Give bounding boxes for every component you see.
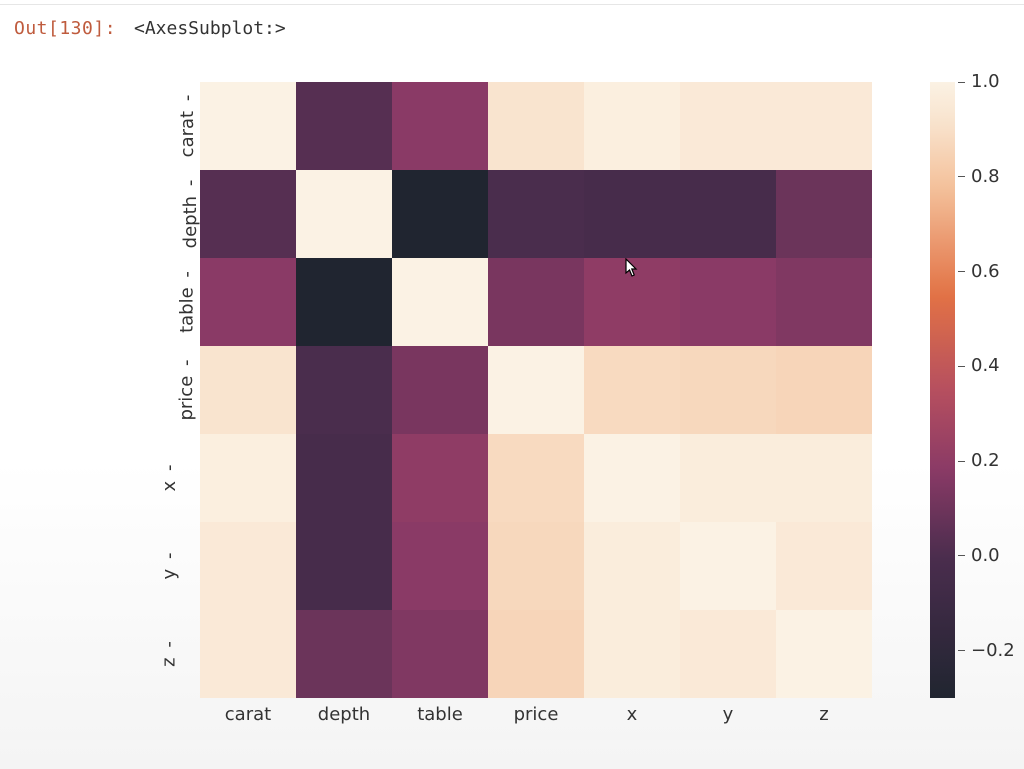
heatmap-cell: [392, 258, 488, 346]
heatmap-cell: [584, 82, 680, 170]
heatmap-cell: [776, 170, 872, 258]
colorbar-tick-label: 0.4: [958, 355, 1000, 376]
heatmap-cell: [584, 610, 680, 698]
heatmap-plot: carat - depth - table - price - x - y - z - ca…: [150, 82, 1000, 742]
heatmap-cell: [584, 346, 680, 434]
heatmap-cell: [680, 82, 776, 170]
heatmap-cell: [392, 610, 488, 698]
heatmap-cell: [680, 434, 776, 522]
heatmap-cell: [200, 170, 296, 258]
y-tick-label: y -: [159, 553, 180, 580]
heatmap-cell: [200, 610, 296, 698]
heatmap-cell: [488, 346, 584, 434]
y-tick-label: z -: [158, 641, 179, 667]
heatmap-cell: [200, 258, 296, 346]
heatmap-cell: [776, 258, 872, 346]
heatmap-cell: [392, 82, 488, 170]
heatmap-cell: [488, 522, 584, 610]
heatmap-cell: [296, 258, 392, 346]
heatmap-cell: [680, 346, 776, 434]
x-tick-label: price: [488, 704, 584, 725]
x-tick-label: z: [776, 704, 872, 725]
heatmap-cell: [680, 610, 776, 698]
heatmap-cell: [296, 346, 392, 434]
heatmap-cell: [488, 434, 584, 522]
heatmap-cell: [392, 346, 488, 434]
heatmap-grid: [200, 82, 872, 698]
heatmap-cell: [488, 170, 584, 258]
y-tick-label: table -: [176, 271, 197, 333]
output-repr-text: <AxesSubplot:>: [134, 18, 286, 39]
heatmap-cell: [296, 170, 392, 258]
colorbar-tick-label: 0.0: [958, 545, 1000, 566]
heatmap-cell: [776, 434, 872, 522]
heatmap-cell: [392, 434, 488, 522]
heatmap-cell: [296, 434, 392, 522]
colorbar-tick-label: 0.6: [958, 261, 1000, 282]
colorbar-gradient: [930, 82, 955, 698]
heatmap-cell: [680, 258, 776, 346]
y-tick-label: price -: [176, 359, 197, 420]
x-tick-label: depth: [296, 704, 392, 725]
heatmap-cell: [488, 258, 584, 346]
cell-divider: [0, 4, 1024, 5]
heatmap-cell: [584, 170, 680, 258]
heatmap-cell: [296, 610, 392, 698]
x-tick-label: y: [680, 704, 776, 725]
output-prompt: Out[130]:: [14, 18, 116, 39]
heatmap-cell: [680, 522, 776, 610]
heatmap-cell: [200, 346, 296, 434]
heatmap-cell: [776, 82, 872, 170]
colorbar: −0.20.00.20.40.60.81.0: [912, 82, 1000, 698]
heatmap-cell: [392, 522, 488, 610]
x-tick-label: x: [584, 704, 680, 725]
heatmap-cell: [488, 82, 584, 170]
y-tick-label: depth -: [180, 180, 201, 249]
heatmap-cell: [584, 434, 680, 522]
heatmap-cell: [392, 170, 488, 258]
colorbar-tick-label: −0.2: [958, 640, 1015, 661]
heatmap-cell: [200, 434, 296, 522]
heatmap-cell: [200, 82, 296, 170]
heatmap-cell: [296, 522, 392, 610]
heatmap-cell: [776, 346, 872, 434]
colorbar-tick-label: 0.8: [958, 166, 1000, 187]
heatmap-cell: [584, 522, 680, 610]
x-tick-label: table: [392, 704, 488, 725]
heatmap-cell: [584, 258, 680, 346]
y-tick-label: carat -: [177, 95, 198, 158]
heatmap-cell: [776, 522, 872, 610]
x-tick-label: carat: [200, 704, 296, 725]
y-tick-label: x -: [159, 465, 180, 492]
colorbar-tick-label: 0.2: [958, 450, 1000, 471]
heatmap-cell: [488, 610, 584, 698]
heatmap-cell: [296, 82, 392, 170]
heatmap-cell: [776, 610, 872, 698]
colorbar-tick-label: 1.0: [958, 71, 1000, 92]
heatmap-cell: [680, 170, 776, 258]
heatmap-cell: [200, 522, 296, 610]
